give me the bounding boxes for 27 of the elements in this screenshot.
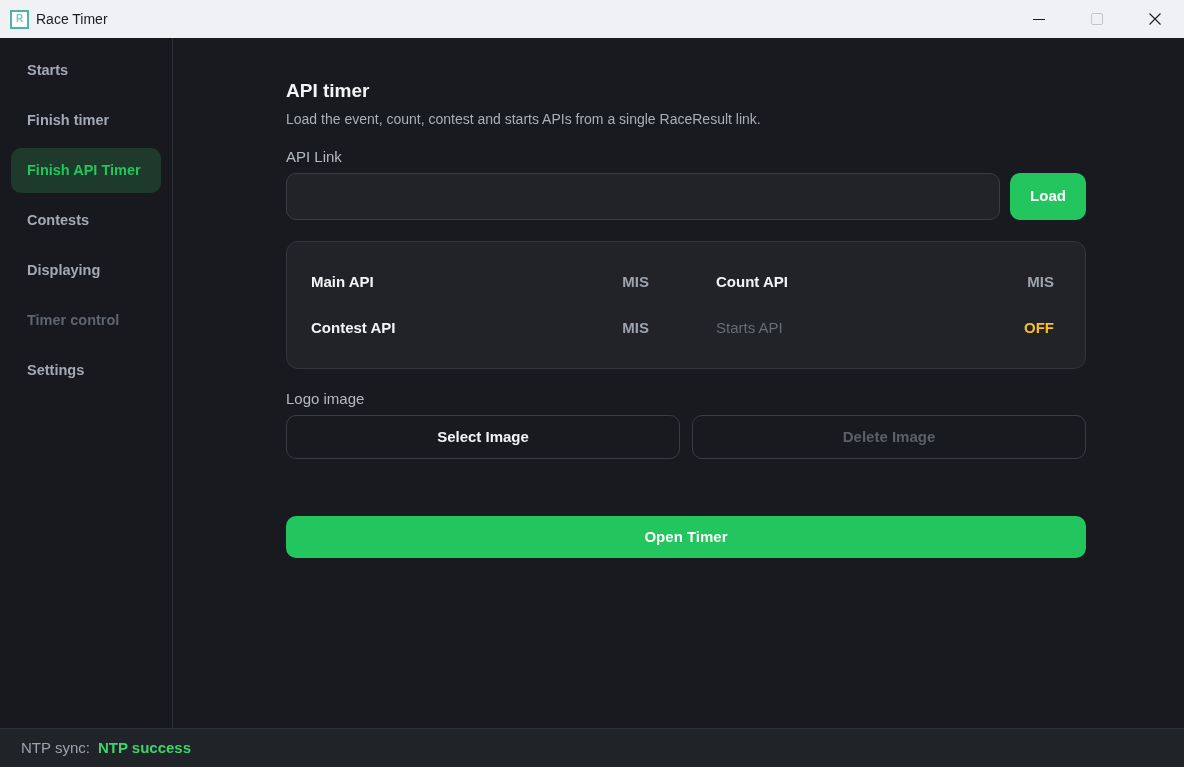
api-name: Starts API xyxy=(716,318,783,338)
field-label: API Link xyxy=(286,147,343,167)
page-title: API timer xyxy=(286,79,371,103)
api-link-input[interactable] xyxy=(286,173,1000,220)
api-name: Main API xyxy=(311,272,374,292)
api-name: Contest API xyxy=(311,318,396,338)
page-description: Load the event, count, contest and starts APIs from a single RaceResult link. xyxy=(286,110,762,129)
api-status: OFF xyxy=(1024,318,1054,338)
sidebar-item[interactable]: Finish API Timer xyxy=(11,148,161,193)
window-title: Race Timer xyxy=(36,10,108,29)
close-icon xyxy=(1149,13,1161,25)
sidebar-item[interactable]: Contests xyxy=(11,198,161,243)
api-status: MIS xyxy=(622,272,649,292)
maximize-icon xyxy=(1091,13,1103,25)
api-status: MIS xyxy=(1027,272,1054,292)
minimize-icon xyxy=(1033,18,1045,20)
ntp-label: NTP sync: xyxy=(21,738,90,758)
select-image-button[interactable]: Select Image xyxy=(286,415,680,459)
ntp-status: NTP success xyxy=(97,738,192,758)
field-label: Logo image xyxy=(286,389,366,409)
sidebar-item[interactable]: Displaying xyxy=(11,248,161,293)
sidebar-item[interactable]: Finish timer xyxy=(11,98,161,143)
api-name: Count API xyxy=(716,272,788,292)
sidebar-item[interactable]: Starts xyxy=(11,48,161,93)
sidebar-item[interactable]: Settings xyxy=(11,348,161,393)
api-status: MIS xyxy=(622,318,649,338)
app-logo: R xyxy=(10,9,29,29)
